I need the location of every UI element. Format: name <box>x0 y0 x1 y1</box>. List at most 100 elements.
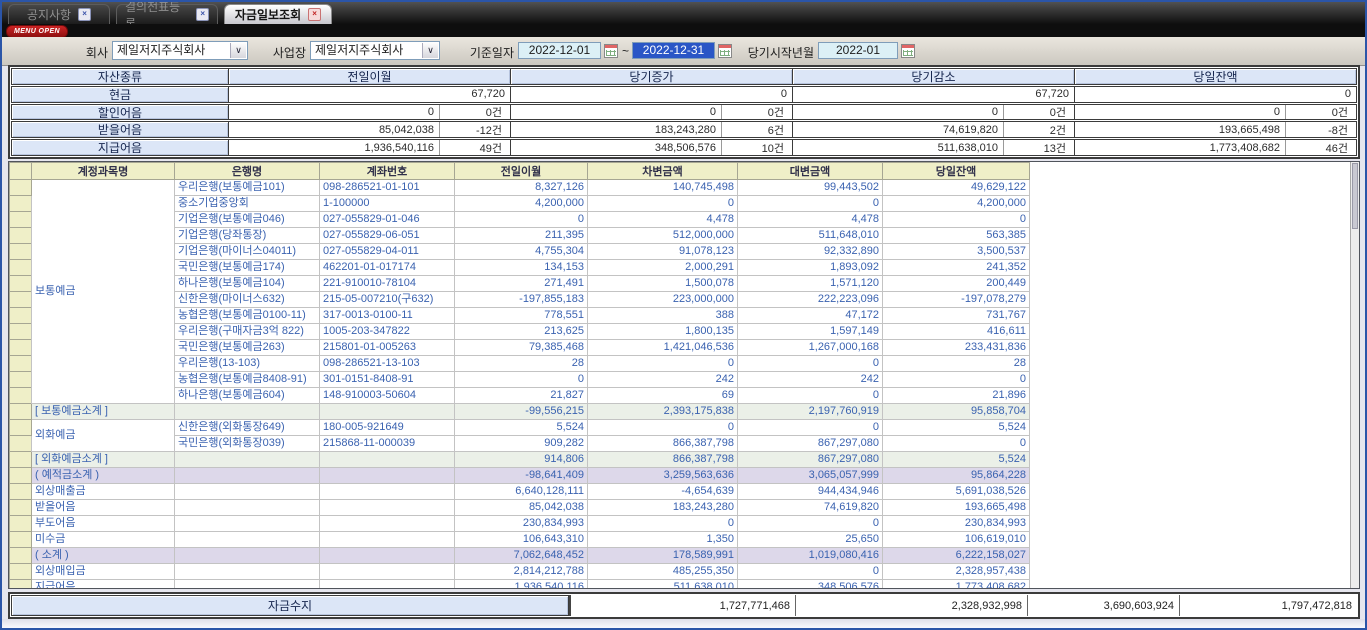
row-indicator[interactable] <box>10 580 32 590</box>
asset-cell-group: 1,773,408,68246건 <box>1075 140 1356 155</box>
account-number-cell: 027-055829-04-011 <box>320 244 455 260</box>
date-from-input[interactable]: 2022-12-01 <box>518 42 601 59</box>
tab-voucher-entry[interactable]: 결의전표등록 × <box>116 4 218 24</box>
chevron-down-icon[interactable]: ∨ <box>230 43 246 58</box>
day-balance-cell: 106,619,010 <box>883 532 1030 548</box>
row-indicator[interactable] <box>10 340 32 356</box>
row-indicator[interactable] <box>10 292 32 308</box>
company-label: 회사 <box>60 44 108 61</box>
asset-row: 지급어음1,936,540,11649건348,506,57610건511,63… <box>11 139 1357 156</box>
account-number-cell: 1-100000 <box>320 196 455 212</box>
debit-cell: 2,000,291 <box>588 260 738 276</box>
asset-header-cell: 당기증가 <box>511 69 792 84</box>
row-indicator[interactable] <box>10 356 32 372</box>
bank-row[interactable]: 외상매입금2,814,212,788485,255,35002,328,957,… <box>10 564 1030 580</box>
row-indicator[interactable] <box>10 436 32 452</box>
asset-cell-group: 1,936,540,11649건 <box>229 140 511 155</box>
day-balance-cell: 5,524 <box>883 420 1030 436</box>
row-indicator[interactable] <box>10 372 32 388</box>
bank-row[interactable]: [ 외화예금소계 ]914,806866,387,798867,297,0805… <box>10 452 1030 468</box>
prev-balance-cell: 230,834,993 <box>455 516 588 532</box>
chevron-down-icon[interactable]: ∨ <box>422 43 438 58</box>
company-select[interactable]: 제일저지주식회사 ∨ <box>112 41 248 60</box>
asset-cell-group: 00건 <box>511 105 793 120</box>
bank-row[interactable]: 지급어음1,936,540,116511,638,010348,506,5761… <box>10 580 1030 590</box>
row-indicator[interactable] <box>10 228 32 244</box>
row-indicator[interactable] <box>10 564 32 580</box>
day-balance-cell: 416,611 <box>883 324 1030 340</box>
period-start-input[interactable]: 2022-01 <box>818 42 898 59</box>
tab-notices[interactable]: 공지사항 × <box>8 4 110 24</box>
close-icon[interactable]: × <box>196 8 209 21</box>
row-indicator[interactable] <box>10 500 32 516</box>
bank-row[interactable]: 보통예금우리은행(보통예금101)098-286521-01-1018,327,… <box>10 180 1030 196</box>
debit-cell: 4,478 <box>588 212 738 228</box>
debit-cell: 140,745,498 <box>588 180 738 196</box>
debit-cell: 2,393,175,838 <box>588 404 738 420</box>
calendar-icon[interactable] <box>901 44 915 58</box>
day-balance-cell: 28 <box>883 356 1030 372</box>
debit-cell: 69 <box>588 388 738 404</box>
site-select[interactable]: 제일저지주식회사 ∨ <box>310 41 440 60</box>
account-number-cell: 027-055829-01-046 <box>320 212 455 228</box>
row-indicator[interactable] <box>10 212 32 228</box>
row-indicator[interactable] <box>10 452 32 468</box>
row-indicator[interactable] <box>10 484 32 500</box>
day-balance-cell: 6,222,158,027 <box>883 548 1030 564</box>
bank-name-cell: 기업은행(보통예금046) <box>175 212 320 228</box>
debit-cell: 0 <box>588 420 738 436</box>
bank-row[interactable]: 외상매출금6,640,128,111-4,654,639944,434,9465… <box>10 484 1030 500</box>
period-start-label: 당기시작년월 <box>738 44 814 61</box>
calendar-icon[interactable] <box>604 44 618 58</box>
tab-daily-funds-report[interactable]: 자금일보조회 × <box>224 4 332 24</box>
account-number-cell: 215801-01-005263 <box>320 340 455 356</box>
bank-row[interactable]: 부도어음230,834,99300230,834,993 <box>10 516 1030 532</box>
date-to-input[interactable]: 2022-12-31 <box>632 42 715 59</box>
bank-name-cell: 우리은행(보통예금101) <box>175 180 320 196</box>
calendar-icon[interactable] <box>718 44 732 58</box>
credit-cell: 867,297,080 <box>738 436 883 452</box>
row-indicator[interactable] <box>10 516 32 532</box>
bank-row[interactable]: 외화예금신한은행(외화통장649)180-005-9216495,524005,… <box>10 420 1030 436</box>
bank-name-cell <box>175 404 320 420</box>
debit-cell: 388 <box>588 308 738 324</box>
account-number-cell: 462201-01-017174 <box>320 260 455 276</box>
bank-row[interactable]: ( 예적금소계 )-98,641,4093,259,563,6363,065,0… <box>10 468 1030 484</box>
row-indicator[interactable] <box>10 468 32 484</box>
debit-cell: 866,387,798 <box>588 436 738 452</box>
row-indicator[interactable] <box>10 532 32 548</box>
account-number-cell: 215-05-007210(구632) <box>320 292 455 308</box>
row-indicator[interactable] <box>10 420 32 436</box>
vertical-scrollbar[interactable] <box>1350 162 1359 588</box>
asset-amount: 0 <box>511 105 721 120</box>
credit-cell: 47,172 <box>738 308 883 324</box>
row-indicator[interactable] <box>10 324 32 340</box>
bank-row[interactable]: 미수금106,643,3101,35025,650106,619,010 <box>10 532 1030 548</box>
row-indicator[interactable] <box>10 308 32 324</box>
row-indicator[interactable] <box>10 548 32 564</box>
prev-balance-cell: 4,200,000 <box>455 196 588 212</box>
close-icon[interactable]: × <box>308 8 321 21</box>
row-indicator[interactable] <box>10 244 32 260</box>
day-balance-cell: 193,665,498 <box>883 500 1030 516</box>
close-icon[interactable]: × <box>78 8 91 21</box>
debit-cell: 511,638,010 <box>588 580 738 590</box>
debit-cell: 1,800,135 <box>588 324 738 340</box>
bank-row[interactable]: 받을어음85,042,038183,243,28074,619,820193,6… <box>10 500 1030 516</box>
asset-table-header-row: 자산종류전일이월당기증가당기감소당일잔액 <box>11 68 1357 85</box>
asset-cell-group: 67,720 <box>229 87 511 102</box>
row-indicator[interactable] <box>10 404 32 420</box>
col-day-balance: 당일잔액 <box>883 163 1030 180</box>
row-indicator[interactable] <box>10 180 32 196</box>
bank-row[interactable]: ( 소계 )7,062,648,452178,589,9911,019,080,… <box>10 548 1030 564</box>
row-indicator[interactable] <box>10 388 32 404</box>
col-prev-balance: 전일이월 <box>455 163 588 180</box>
row-indicator[interactable] <box>10 260 32 276</box>
debit-cell: 91,078,123 <box>588 244 738 260</box>
scrollbar-thumb[interactable] <box>1352 163 1358 229</box>
row-indicator[interactable] <box>10 276 32 292</box>
asset-count: 0건 <box>721 105 792 120</box>
account-number-cell <box>320 532 455 548</box>
bank-row[interactable]: [ 보통예금소계 ]-99,556,2152,393,175,8382,197,… <box>10 404 1030 420</box>
row-indicator[interactable] <box>10 196 32 212</box>
